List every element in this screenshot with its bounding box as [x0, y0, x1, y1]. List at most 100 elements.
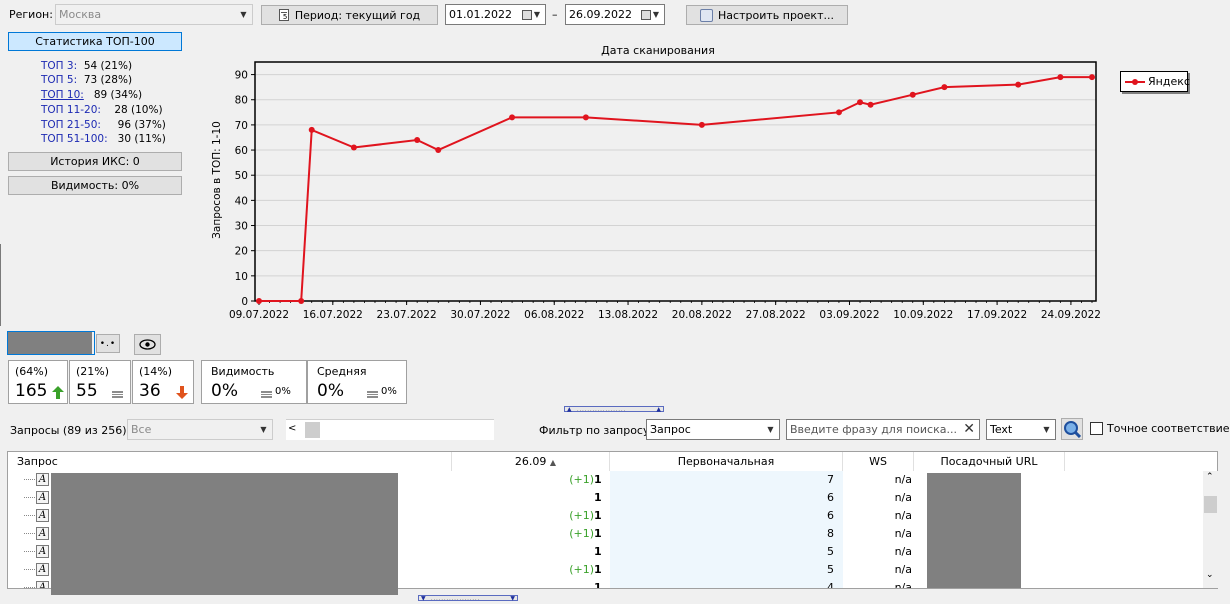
legend-marker-icon	[1125, 79, 1145, 85]
ws-value: n/a	[894, 545, 912, 558]
col-header-query[interactable]: Запрос	[17, 452, 452, 471]
tree-line	[24, 479, 35, 480]
region-select[interactable]: Москва ▼	[55, 4, 253, 25]
initial-position: 7	[827, 473, 834, 486]
data-point	[1089, 74, 1095, 81]
group-filter-select[interactable]: Все ▼	[127, 419, 273, 440]
tile-visibility: Видимость 0% 0%	[201, 360, 307, 404]
x-tick-label: 09.07.2022	[229, 309, 289, 321]
options-button[interactable]: •.•	[96, 334, 120, 353]
tile-average: Средняя 0% 0%	[307, 360, 407, 404]
input-focus-frame	[7, 331, 95, 355]
iks-history-label: История ИКС: 0	[50, 155, 140, 168]
data-point	[414, 136, 421, 143]
initial-position: 5	[827, 545, 834, 558]
current-position: 1	[594, 563, 602, 576]
stat-top10[interactable]: ТОП 10: 89 (34%)	[41, 89, 142, 101]
col-header-url[interactable]: Посадочный URL	[914, 452, 1065, 471]
chevron-down-icon: ▼	[767, 425, 774, 434]
initial-position: 8	[827, 527, 834, 540]
query-type-icon: A	[36, 509, 49, 522]
current-position: 1	[594, 527, 602, 540]
query-type-icon: A	[36, 491, 49, 504]
redacted-queries	[51, 473, 398, 595]
scroll-down-icon[interactable]: ⌄	[1206, 570, 1214, 580]
y-tick-label: 10	[235, 271, 248, 283]
tile-average-value: 0%	[317, 381, 344, 401]
query-type-icon: A	[36, 473, 49, 486]
arrow-up-icon	[52, 386, 64, 399]
tile-up-percent: (64%)	[15, 365, 49, 378]
period-button[interactable]: 5 Период: текущий год	[261, 5, 438, 25]
visibility-button[interactable]: Видимость: 0%	[8, 176, 182, 195]
equal-icon	[367, 391, 378, 398]
exact-match-checkbox[interactable]	[1090, 422, 1103, 435]
query-type-icon: A	[36, 563, 49, 576]
chart-legend: Яндекс	[1120, 71, 1190, 92]
data-point	[298, 298, 305, 304]
search-mode-select[interactable]: Text ▼	[986, 419, 1056, 440]
scroll-thumb[interactable]	[305, 422, 320, 438]
y-tick-label: 60	[235, 145, 248, 157]
col-header-ws[interactable]: WS	[843, 452, 914, 471]
stats-top100-label: Статистика ТОП-100	[35, 35, 155, 48]
positions-chart: Дата сканирования Запросов в ТОП: 1-10 0…	[211, 44, 1101, 321]
tile-down-percent: (14%)	[139, 365, 173, 378]
initial-position: 5	[827, 563, 834, 576]
date-to-value: 26.09.2022	[569, 8, 632, 21]
group-filter-value: Все	[131, 423, 152, 436]
search-placeholder: Введите фразу для поиска...	[790, 423, 957, 436]
search-input[interactable]: Введите фразу для поиска... ✕	[786, 419, 980, 440]
calendar-dropdown-icon[interactable]: ▼	[636, 5, 664, 24]
scroll-left-icon[interactable]: <	[288, 423, 296, 434]
eye-button[interactable]	[134, 334, 161, 355]
stat-top51-100: ТОП 51-100: 30 (11%)	[41, 133, 166, 145]
tile-average-label: Средняя	[317, 365, 367, 378]
x-tick-label: 30.07.2022	[450, 309, 510, 321]
x-tick-label: 16.07.2022	[303, 309, 363, 321]
y-tick-label: 70	[235, 120, 248, 132]
tile-average-delta: 0%	[381, 386, 397, 397]
date-from-picker[interactable]: 01.01.2022 ▼	[445, 4, 546, 25]
filter-field-select[interactable]: Запрос ▼	[646, 419, 780, 440]
ws-value: n/a	[894, 509, 912, 522]
query-type-icon: A	[36, 545, 49, 558]
chevron-down-icon: ▼	[1043, 425, 1050, 434]
date-to-picker[interactable]: 26.09.2022 ▼	[565, 4, 665, 25]
col-header-date[interactable]: 26.09 ▲	[453, 452, 610, 471]
col-header-initial[interactable]: Первоначальная	[610, 452, 843, 471]
splitter-handle-bottom[interactable]: ▼ ··················· ▼	[418, 595, 518, 603]
tile-visibility-delta: 0%	[275, 386, 291, 397]
vertical-scrollbar[interactable]: ⌃ ⌄	[1203, 471, 1218, 588]
x-tick-label: 20.08.2022	[672, 309, 732, 321]
clear-icon[interactable]: ✕	[963, 421, 975, 437]
plot-frame	[254, 61, 1097, 302]
calendar-dropdown-icon[interactable]: ▼	[517, 5, 545, 24]
y-tick-label: 20	[235, 246, 248, 258]
configure-project-button[interactable]: Настроить проект...	[686, 5, 848, 25]
tile-same-percent: (21%)	[76, 365, 110, 378]
horizontal-scrollbar[interactable]: <	[286, 419, 494, 440]
y-tick-label: 0	[241, 296, 248, 308]
tree-line	[24, 533, 35, 534]
tree-line	[24, 497, 35, 498]
search-button[interactable]	[1061, 418, 1083, 440]
stats-top100-button[interactable]: Статистика ТОП-100	[8, 32, 182, 51]
splitter-handle[interactable]: ▲ ··················· ▲	[564, 406, 664, 414]
queries-count-label: Запросы (89 из 256)	[10, 424, 127, 437]
current-position: 1	[594, 473, 602, 486]
y-tick-label: 30	[235, 221, 248, 233]
iks-history-button[interactable]: История ИКС: 0	[8, 152, 182, 171]
sort-asc-icon: ▲	[549, 458, 556, 467]
ws-value: n/a	[894, 527, 912, 540]
scroll-thumb[interactable]	[1204, 496, 1217, 513]
tile-down-value: 36	[139, 381, 161, 401]
x-tick-label: 17.09.2022	[967, 309, 1027, 321]
data-point	[1057, 74, 1064, 81]
scroll-up-icon[interactable]: ⌃	[1206, 472, 1214, 482]
y-tick-label: 50	[235, 170, 248, 182]
tile-up-value: 165	[15, 381, 48, 401]
position-delta: (+1)	[569, 473, 594, 486]
chart-y-axis-label: Запросов в ТОП: 1-10	[211, 121, 223, 239]
chart-title: Дата сканирования	[601, 44, 715, 57]
